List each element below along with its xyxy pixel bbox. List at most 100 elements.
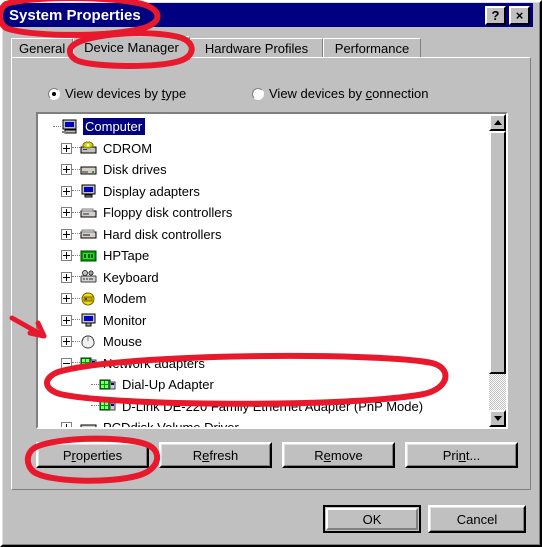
refresh-button[interactable]: Re fresh xyxy=(159,442,272,468)
radio-label-post: ype xyxy=(165,86,187,101)
collapse-minus-icon[interactable] xyxy=(61,357,72,369)
button-label-accel: n xyxy=(458,447,466,463)
expand-plus-icon[interactable] xyxy=(61,271,72,283)
cdrom-icon xyxy=(80,140,98,156)
tree-connector xyxy=(72,190,80,192)
button-label-pre: R xyxy=(192,447,203,463)
tree-item[interactable]: Mouse xyxy=(38,331,142,352)
expand-plus-icon[interactable] xyxy=(61,207,72,218)
disk-drive-icon xyxy=(80,420,98,427)
expand-plus-icon[interactable] xyxy=(61,293,72,304)
button-face: OK xyxy=(326,508,418,530)
modem-icon xyxy=(80,291,98,307)
button-face: Re fresh xyxy=(161,444,270,466)
view-mode-radio-group: View devices by type View devices by conn… xyxy=(12,86,530,104)
tree-item[interactable]: Monitor xyxy=(38,310,146,331)
tree-connector xyxy=(72,319,80,321)
button-label: OK xyxy=(362,511,382,527)
scroll-up-arrow[interactable] xyxy=(489,114,506,131)
expand-plus-icon[interactable] xyxy=(61,314,72,326)
radio-indicator-icon xyxy=(48,87,60,100)
button-label-post: move xyxy=(330,447,363,463)
device-tree-listbox[interactable]: Computer CDROM Disk drives Display adapters… xyxy=(36,112,508,429)
radio-view-by-type[interactable]: View devices by type xyxy=(48,86,186,101)
tree-connector xyxy=(53,125,61,128)
tab-device-manager[interactable]: Device Manager xyxy=(73,36,190,60)
button-label-accel: e xyxy=(323,447,331,463)
tree-item[interactable]: HPTape xyxy=(38,245,149,266)
scrollbar-thumb[interactable] xyxy=(489,131,506,374)
tree-item-label: Disk drives xyxy=(103,162,167,177)
tree-item[interactable]: Display adapters xyxy=(38,181,200,202)
tree-item-label: Modem xyxy=(103,291,147,306)
tree-item[interactable]: D-Link DE-220 Family Ethernet Adapter (P… xyxy=(38,396,423,417)
network-icon xyxy=(99,398,117,414)
tree-connector xyxy=(72,168,80,171)
tree-item[interactable]: Keyboard xyxy=(38,267,159,288)
help-icon[interactable]: ? xyxy=(485,5,506,25)
tree-item[interactable]: Modem xyxy=(38,288,146,309)
radio-label-post: onnection xyxy=(372,86,429,101)
scrollbar-track[interactable] xyxy=(489,131,506,410)
radio-view-by-connection[interactable]: View devices by connection xyxy=(252,86,428,101)
cancel-button[interactable]: Cancel xyxy=(428,505,526,533)
tree-item-label: Mouse xyxy=(103,334,143,349)
tree-item[interactable]: Computer xyxy=(38,116,146,137)
tree-item[interactable]: Dial-Up Adapter xyxy=(38,374,214,395)
tree-item[interactable]: Network adapters xyxy=(38,353,205,374)
tree-item-label: Monitor xyxy=(103,312,147,328)
tree-connector xyxy=(72,254,80,257)
expand-plus-icon[interactable] xyxy=(61,422,72,427)
scroll-down-arrow[interactable] xyxy=(489,410,506,427)
tree-item[interactable]: PCDdisk Volume Driver xyxy=(38,417,239,427)
tree-connector xyxy=(72,362,80,364)
expand-plus-icon[interactable] xyxy=(61,250,72,261)
tree-connector xyxy=(72,297,80,300)
network-icon xyxy=(80,355,98,371)
display-icon xyxy=(80,183,98,199)
tree-connector xyxy=(72,340,80,343)
tree-item-label: Hard disk controllers xyxy=(103,226,222,242)
tab-general[interactable]: General xyxy=(11,38,73,58)
tree-item[interactable]: Hard disk controllers xyxy=(38,224,222,245)
expand-plus-icon[interactable] xyxy=(61,164,72,175)
button-label-post: t... xyxy=(465,447,481,463)
expand-plus-icon[interactable] xyxy=(61,336,72,347)
expand-plus-icon[interactable] xyxy=(61,228,72,240)
harddisk-icon xyxy=(80,226,98,242)
ok-button[interactable]: OK xyxy=(323,505,421,533)
remove-button[interactable]: Re move xyxy=(282,442,395,468)
expand-plus-icon[interactable] xyxy=(61,185,72,197)
print-button[interactable]: Pri n t... xyxy=(405,442,518,468)
button-label-pre: P xyxy=(62,447,72,463)
tree-item-label: D-Link DE-220 Family Ethernet Adapter (P… xyxy=(122,398,424,414)
scroll-up-arrow-icon xyxy=(494,120,502,125)
tab-performance[interactable]: Performance xyxy=(323,38,421,58)
tree-item[interactable]: CDROM xyxy=(38,138,152,159)
tab-hardware-profiles[interactable]: Hardware Profiles xyxy=(190,38,323,58)
mouse-icon xyxy=(80,334,98,350)
tree-item[interactable]: Floppy disk controllers xyxy=(38,202,232,223)
close-icon[interactable]: × xyxy=(509,5,530,25)
tree-connector xyxy=(91,405,99,407)
radio-label: View devices by connection xyxy=(269,86,428,101)
expand-plus-icon[interactable] xyxy=(61,142,72,154)
device-tree: Computer CDROM Disk drives Display adapters… xyxy=(38,114,489,427)
tree-connector xyxy=(72,147,80,149)
radio-label-pre: View devices by xyxy=(269,86,366,101)
tree-item-label: Computer xyxy=(83,118,146,135)
button-label-post: fresh xyxy=(209,447,239,463)
tree-item[interactable]: Disk drives xyxy=(38,159,167,180)
floppy-icon xyxy=(80,205,98,221)
button-label-pre: Pri xyxy=(442,447,459,463)
properties-button[interactable]: Pr operties xyxy=(36,442,149,468)
radio-label-pre: View devices by xyxy=(65,86,162,101)
tree-connector xyxy=(72,211,80,214)
tree-item-label: Display adapters xyxy=(103,183,200,199)
tree-item-label: Dial-Up Adapter xyxy=(122,377,214,392)
vertical-scrollbar[interactable] xyxy=(489,114,506,427)
network-icon xyxy=(99,377,117,393)
